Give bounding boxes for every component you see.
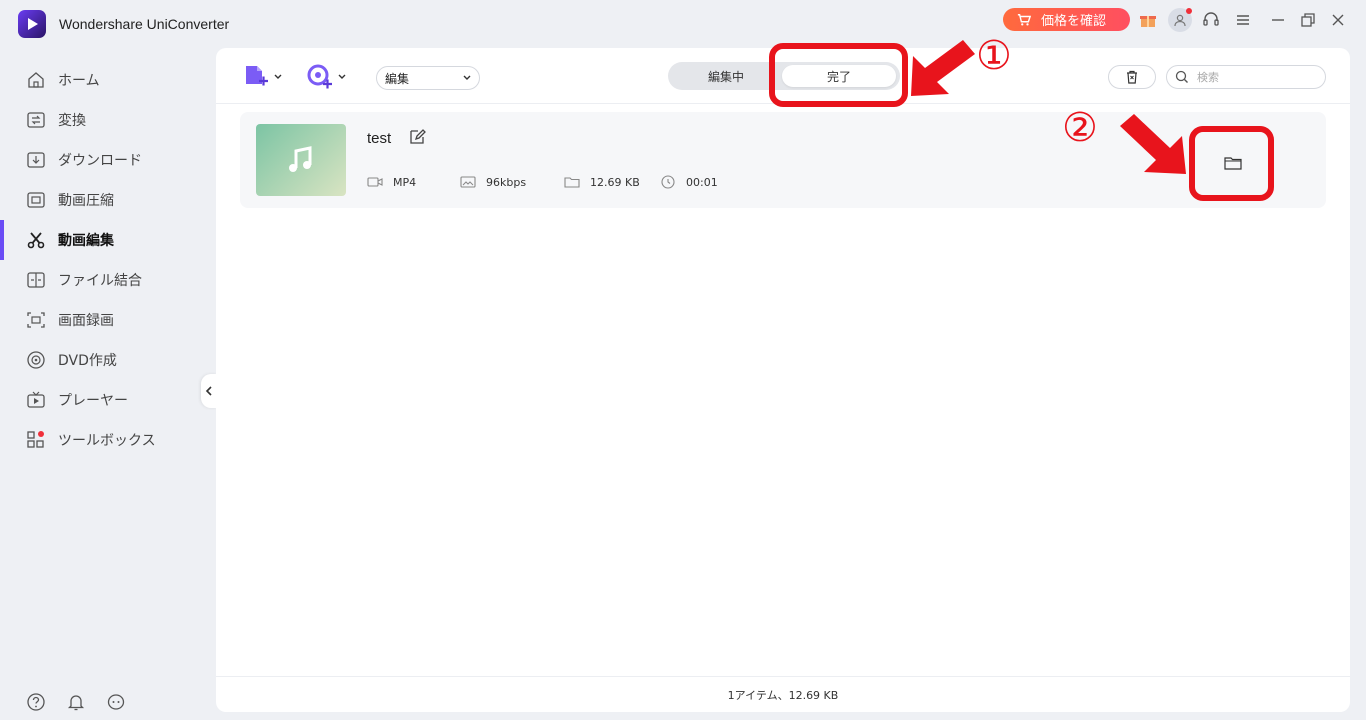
image-icon [460,176,476,188]
tab-editing[interactable]: 編集中 [672,65,780,87]
file-format: MP4 [367,175,416,189]
sidebar-item-label: ファイル結合 [58,273,142,289]
sidebar-item-dvd[interactable]: DVD作成 [0,340,216,380]
price-button-label: 価格を確認 [1041,14,1107,29]
bell-icon[interactable] [66,692,86,712]
record-icon [27,312,45,328]
sidebar-item-label: DVD作成 [58,353,117,369]
app-logo-icon [18,10,46,38]
trash-icon [1127,70,1137,84]
file-duration: 00:01 [660,175,718,189]
sidebar-item-convert[interactable]: 変換 [0,100,216,140]
compress-icon [27,192,45,208]
restore-icon[interactable] [1297,9,1319,31]
file-size: 12.69 KB [564,175,640,189]
annotation-arrow-2 [1120,114,1186,174]
folder-icon [564,177,580,188]
file-size-value: 12.69 KB [590,175,640,189]
sidebar-item-compress[interactable]: 動画圧縮 [0,180,216,220]
annotation-box-completed-tab [769,43,908,107]
file-thumbnail [256,124,346,196]
convert-icon [27,112,45,128]
edit-mode-value: 編集 [385,71,410,86]
sidebar-collapse-button[interactable] [201,374,217,408]
cart-icon [1017,13,1031,26]
sidebar-item-screen-record[interactable]: 画面録画 [0,300,216,340]
search-icon [1175,70,1188,83]
feedback-icon[interactable] [106,692,126,712]
sidebar: ホーム 変換 ダウンロード 動画圧縮 動画編集 ファイル結合 画面録画 DVD作… [0,48,216,720]
status-bar: 1アイテム、12.69 KB [216,676,1350,712]
file-bitrate: 96kbps [460,175,526,189]
scissors-icon [27,232,45,249]
add-media-icon [307,64,332,89]
add-file-icon [246,66,268,86]
sidebar-item-label: 動画編集 [58,233,114,249]
sidebar-item-label: 変換 [58,113,86,129]
sidebar-item-merge[interactable]: ファイル結合 [0,260,216,300]
price-button[interactable]: 価格を確認 [1003,8,1130,31]
sidebar-item-video-edit[interactable]: 動画編集 [0,220,216,260]
video-icon [367,177,383,187]
home-icon [28,72,44,88]
chevron-down-icon [274,74,282,79]
sidebar-item-toolbox[interactable]: ツールボックス [0,420,216,460]
annotation-number-1: ① [976,33,1012,79]
toolbox-icon [27,431,44,448]
search-box [1166,65,1326,89]
merge-icon [27,272,45,288]
headset-icon[interactable] [1200,9,1222,31]
download-icon [27,152,45,168]
sidebar-item-label: ツールボックス [58,433,156,449]
sidebar-item-label: ホーム [58,73,100,89]
file-bitrate-value: 96kbps [486,175,527,189]
title-bar: Wondershare UniConverter 価格を確認 [0,0,1366,48]
edit-mode-select[interactable]: 編集 [376,66,480,90]
sidebar-bottom-icons [26,692,126,712]
file-duration-value: 00:01 [686,175,718,189]
clock-icon [661,175,675,189]
sidebar-item-label: 画面録画 [58,313,114,329]
sidebar-item-label: ダウンロード [58,153,142,169]
search-input[interactable] [1197,70,1317,84]
app-title: Wondershare UniConverter [59,16,230,32]
sidebar-item-download[interactable]: ダウンロード [0,140,216,180]
music-note-icon [289,146,312,172]
rename-icon[interactable] [408,128,426,146]
menu-icon[interactable] [1232,9,1254,31]
add-media-button[interactable] [306,62,350,92]
annotation-arrow-1 [911,40,975,96]
sidebar-item-home[interactable]: ホーム [0,60,216,100]
minimize-icon[interactable] [1267,9,1289,31]
sidebar-item-label: 動画圧縮 [58,193,114,209]
annotation-number-2: ② [1062,105,1098,151]
notification-dot [1186,8,1192,14]
close-icon[interactable] [1327,9,1349,31]
annotation-box-open-folder [1189,126,1274,201]
file-name: test [367,130,392,147]
chevron-down-icon [338,74,346,79]
file-format-value: MP4 [393,175,417,189]
help-icon[interactable] [26,692,46,712]
sidebar-item-label: プレーヤー [58,393,128,409]
add-file-button[interactable] [242,62,286,92]
chevron-down-icon [463,75,471,80]
player-icon [27,391,45,408]
chevron-left-icon [205,386,212,396]
gift-icon[interactable] [1137,9,1159,31]
dvd-icon [27,351,45,369]
sidebar-item-player[interactable]: プレーヤー [0,380,216,420]
delete-button[interactable] [1108,65,1156,89]
